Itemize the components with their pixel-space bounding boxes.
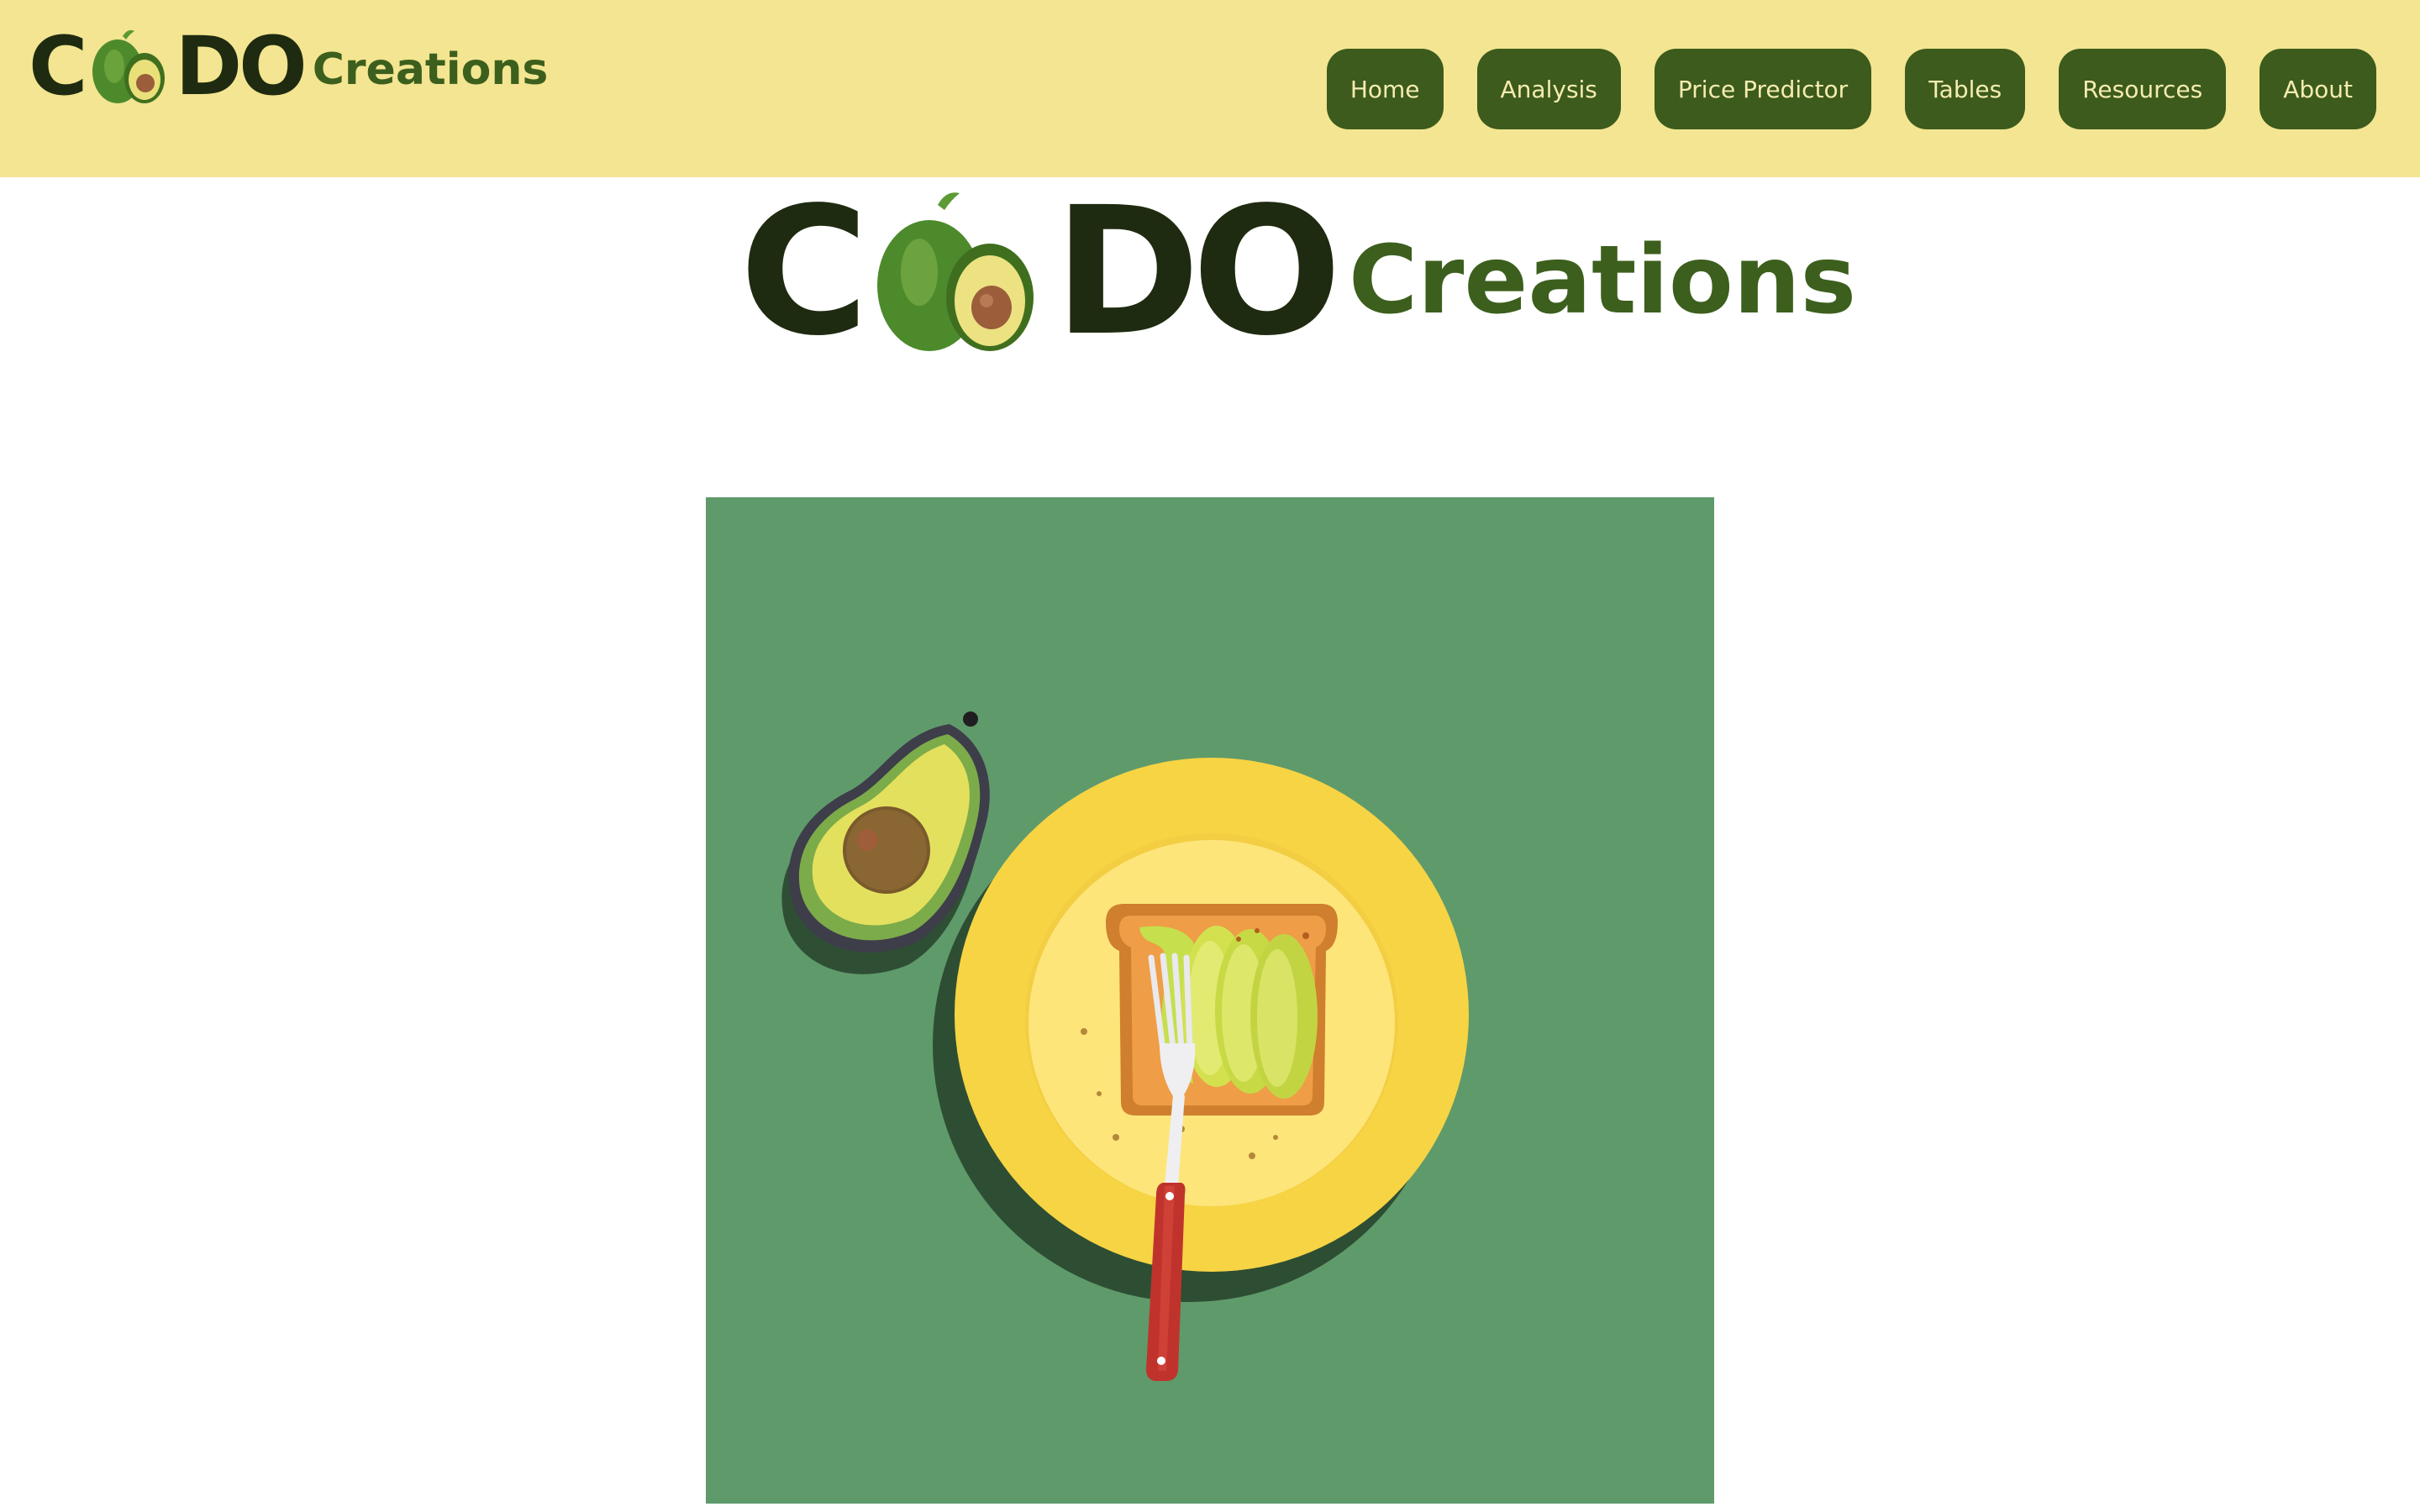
nav-resources-button[interactable]: Resources (2059, 49, 2227, 129)
nav-price-predictor-button[interactable]: Price Predictor (1654, 49, 1872, 129)
hero-illustration (706, 497, 1714, 1504)
header-logo[interactable]: C DO Creations (29, 19, 549, 113)
hero-logo-wordmark: C DO (739, 169, 1342, 375)
logo-letters-do: DO (175, 19, 307, 113)
nav-analysis-button[interactable]: Analysis (1476, 49, 1621, 129)
toast-icon (1106, 904, 1338, 1116)
nav-tables-button[interactable]: Tables (1905, 49, 2026, 129)
site-header: C DO Creations Home Analysis Price Predi… (0, 0, 2420, 177)
avocado-icon (877, 192, 1034, 351)
logo-letter-c: C (29, 19, 87, 113)
avocado-icon (92, 29, 166, 103)
logo-tagline: Creations (312, 45, 549, 95)
nav-about-button[interactable]: About (2260, 49, 2376, 129)
hero-logo-letters-do: DO (1054, 169, 1342, 375)
nav-home-button[interactable]: Home (1326, 49, 1444, 129)
hero-logo-letter-c: C (739, 169, 869, 375)
logo-wordmark: C DO (29, 19, 308, 113)
main-nav: Home Analysis Price Predictor Tables Res… (1326, 49, 2376, 129)
hero-logo: C DO Creations (739, 184, 1857, 360)
hero-logo-tagline: Creations (1348, 226, 1857, 335)
